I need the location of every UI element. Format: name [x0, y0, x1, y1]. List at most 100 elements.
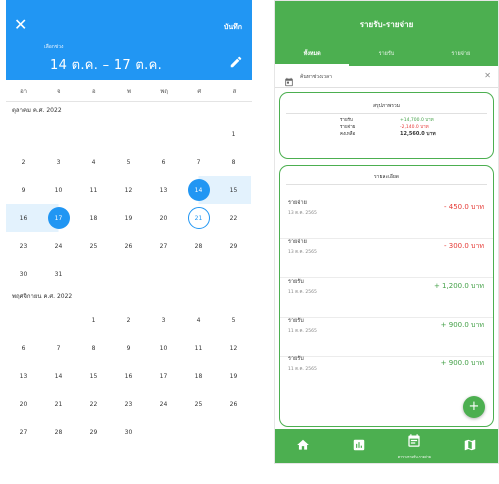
- day-cell[interactable]: 2: [6, 148, 41, 176]
- tab-1[interactable]: รายรับ: [349, 44, 423, 66]
- range-start-day[interactable]: 14: [181, 176, 216, 204]
- nav-item-2[interactable]: ตารางรายรับ-รายจ่าย: [387, 429, 443, 463]
- tab-0[interactable]: ทั้งหมด: [275, 44, 350, 66]
- nav-item-1[interactable]: [331, 429, 387, 463]
- divider: [286, 113, 487, 114]
- calendar-icon: [284, 72, 294, 86]
- day-cell[interactable]: 4: [181, 306, 216, 334]
- app-title: รายรับ-รายจ่าย: [359, 20, 414, 29]
- day-number: 19: [124, 214, 133, 222]
- day-cell[interactable]: 22: [216, 204, 251, 232]
- day-cell[interactable]: 8: [76, 334, 111, 362]
- day-cell[interactable]: 21: [41, 390, 76, 418]
- day-number: 30: [124, 428, 133, 436]
- day-cell[interactable]: 12: [111, 176, 146, 204]
- day-cell[interactable]: 25: [181, 390, 216, 418]
- day-cell[interactable]: 16: [111, 362, 146, 390]
- clear-icon[interactable]: ✕: [484, 72, 491, 80]
- day-cell[interactable]: 28: [181, 232, 216, 260]
- day-cell[interactable]: 1: [76, 306, 111, 334]
- picker-header: ✕ บันทึก เลือกช่วง 14 ต.ค. – 17 ต.ค.: [6, 0, 252, 80]
- day-cell[interactable]: 17: [146, 362, 181, 390]
- day-cell[interactable]: 29: [216, 232, 251, 260]
- day-cell[interactable]: 7: [181, 148, 216, 176]
- nav-item-0[interactable]: [275, 429, 331, 463]
- day-cell[interactable]: 13: [6, 362, 41, 390]
- day-cell[interactable]: 9: [111, 334, 146, 362]
- day-cell[interactable]: 30: [6, 260, 41, 288]
- date-range-search[interactable]: ค้นหาช่วงเวลา ✕: [275, 66, 498, 88]
- day-cell[interactable]: 23: [111, 390, 146, 418]
- day-cell[interactable]: 30: [111, 418, 146, 446]
- day-cell[interactable]: 31: [41, 260, 76, 288]
- weekday-label: พ: [127, 87, 131, 95]
- day-cell[interactable]: 2: [111, 306, 146, 334]
- day-cell[interactable]: 8: [216, 148, 251, 176]
- day-cell[interactable]: 18: [76, 204, 111, 232]
- day-cell[interactable]: 7: [41, 334, 76, 362]
- day-cell[interactable]: 16: [6, 204, 41, 232]
- pencil-icon[interactable]: [229, 54, 243, 68]
- day-cell[interactable]: 29: [76, 418, 111, 446]
- day-number: 19: [229, 372, 238, 380]
- day-cell[interactable]: 10: [41, 176, 76, 204]
- day-cell[interactable]: 24: [41, 232, 76, 260]
- day-cell[interactable]: 13: [146, 176, 181, 204]
- day-cell[interactable]: 4: [76, 148, 111, 176]
- summary-value: -2,140.0 บาท: [400, 125, 429, 130]
- transaction-amount: - 300.0 บาท: [443, 242, 484, 250]
- day-number: 17: [159, 372, 168, 380]
- day-cell[interactable]: 19: [111, 204, 146, 232]
- day-cell[interactable]: 22: [76, 390, 111, 418]
- day-cell[interactable]: 5: [111, 148, 146, 176]
- day-cell[interactable]: 27: [6, 418, 41, 446]
- day-cell[interactable]: 14: [41, 362, 76, 390]
- day-cell[interactable]: 11: [181, 334, 216, 362]
- day-cell[interactable]: 28: [41, 418, 76, 446]
- day-number: 4: [196, 316, 201, 324]
- save-button[interactable]: บันทึก: [224, 22, 242, 33]
- day-cell[interactable]: 10: [146, 334, 181, 362]
- add-transaction-button[interactable]: +: [463, 396, 485, 418]
- day-number: 4: [91, 158, 96, 166]
- day-cell[interactable]: 25: [76, 232, 111, 260]
- day-cell[interactable]: 15: [216, 176, 251, 204]
- day-cell[interactable]: 15: [76, 362, 111, 390]
- range-end-day[interactable]: 17: [41, 204, 76, 232]
- day-cell[interactable]: 6: [146, 148, 181, 176]
- transaction-date: 13 ต.ค. 2565: [288, 250, 317, 255]
- day-cell[interactable]: 23: [6, 232, 41, 260]
- day-number: 10: [159, 344, 168, 352]
- day-cell[interactable]: 26: [111, 232, 146, 260]
- nav-item-3[interactable]: [442, 429, 498, 463]
- transaction-item[interactable]: รายรับ 11 ต.ค. 2565 + 900.0 บาท: [280, 317, 493, 357]
- day-cell[interactable]: 18: [181, 362, 216, 390]
- transaction-item[interactable]: รายจ่าย 13 ต.ค. 2565 - 450.0 บาท: [280, 199, 493, 239]
- tab-2[interactable]: รายจ่าย: [424, 44, 498, 66]
- day-cell[interactable]: 27: [146, 232, 181, 260]
- day-cell[interactable]: 1: [216, 120, 251, 148]
- day-number: 16: [124, 372, 133, 380]
- summary-row: รายรับ +14,700.0 บาท: [340, 117, 436, 124]
- day-cell[interactable]: 20: [6, 390, 41, 418]
- transaction-item[interactable]: รายรับ 11 ต.ค. 2565 + 1,200.0 บาท: [280, 278, 493, 318]
- today-day[interactable]: 21: [181, 204, 216, 232]
- day-cell[interactable]: 20: [146, 204, 181, 232]
- day-cell[interactable]: 12: [216, 334, 251, 362]
- day-cell[interactable]: 6: [6, 334, 41, 362]
- day-cell[interactable]: 19: [216, 362, 251, 390]
- day-number: 13: [159, 186, 168, 194]
- weekday-header: อา จ อ พ พฤ ศ ส: [6, 80, 252, 102]
- day-cell[interactable]: 3: [41, 148, 76, 176]
- day-cell[interactable]: 24: [146, 390, 181, 418]
- transaction-item[interactable]: รายรับ 11 ต.ค. 2565 + 900.0 บาท: [280, 355, 493, 395]
- day-cell[interactable]: 9: [6, 176, 41, 204]
- day-cell[interactable]: 3: [146, 306, 181, 334]
- day-cell[interactable]: 5: [216, 306, 251, 334]
- day-number: 27: [19, 428, 28, 436]
- day-number: 27: [159, 242, 168, 250]
- day-cell[interactable]: 11: [76, 176, 111, 204]
- transaction-item[interactable]: รายจ่าย 13 ต.ค. 2565 - 300.0 บาท: [280, 238, 493, 278]
- close-button[interactable]: ✕: [14, 17, 27, 33]
- day-cell[interactable]: 26: [216, 390, 251, 418]
